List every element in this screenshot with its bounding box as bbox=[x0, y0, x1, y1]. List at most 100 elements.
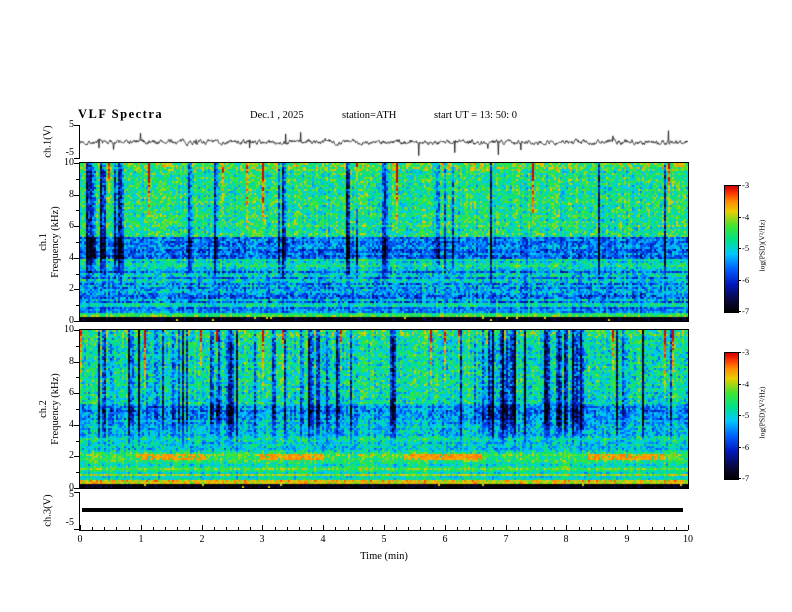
ch1-spec-ytick-mark bbox=[76, 274, 79, 275]
time-axis-tick-mark bbox=[433, 527, 434, 530]
time-axis-tick-mark bbox=[360, 527, 361, 530]
ch1-spectrogram-plot bbox=[80, 163, 688, 321]
ch2-spectrogram-plot bbox=[80, 330, 688, 488]
time-axis-tick-label: 5 bbox=[381, 534, 387, 545]
ch1-spec-ytick-mark bbox=[76, 210, 79, 211]
time-axis-tick-mark bbox=[299, 527, 300, 530]
ch1-spec-ytick-label: 2 bbox=[69, 283, 74, 294]
ch1-colorbar-tick-label: -7 bbox=[742, 306, 750, 316]
ch1-spec-ytick-mark bbox=[74, 163, 79, 164]
ch3-ytick-mark bbox=[74, 492, 79, 493]
ch1-ytick-mark bbox=[74, 158, 79, 159]
time-axis-tick-mark bbox=[348, 527, 349, 530]
time-axis-tick-mark bbox=[481, 527, 482, 530]
time-axis-tick-mark bbox=[202, 525, 203, 530]
time-axis-tick-mark bbox=[542, 527, 543, 530]
ch2-spec-ytick-mark bbox=[76, 409, 79, 410]
ch1-spec-ytick-label: 4 bbox=[69, 252, 74, 263]
ch1-colorbar-tick-mark bbox=[738, 311, 741, 312]
ch2-spec-ytick-label: 2 bbox=[69, 450, 74, 461]
time-axis-tick-mark bbox=[311, 527, 312, 530]
ch2-spec-ytick-mark bbox=[74, 488, 79, 489]
ch2-spec-ytick-label: 10 bbox=[64, 324, 74, 335]
time-axis-tick-mark bbox=[250, 527, 251, 530]
ch2-spec-ytick-mark bbox=[76, 346, 79, 347]
time-axis-tick-mark bbox=[639, 527, 640, 530]
time-axis-tick-mark bbox=[116, 527, 117, 530]
time-axis-tick-mark bbox=[153, 527, 154, 530]
time-axis-tick-label: 1 bbox=[138, 534, 144, 545]
colorbar-ch2 bbox=[724, 352, 739, 480]
ch2-spec-ytick-mark bbox=[76, 377, 79, 378]
ch2-spec-ytick-mark bbox=[76, 472, 79, 473]
time-axis-tick-label: 6 bbox=[442, 534, 448, 545]
time-axis-tick-label: 7 bbox=[503, 534, 509, 545]
ch2-colorbar-tick-mark bbox=[738, 447, 741, 448]
ch2-spec-ytick-mark bbox=[74, 456, 79, 457]
time-axis-tick-mark bbox=[189, 527, 190, 530]
ch1-spec-ytick-mark bbox=[74, 289, 79, 290]
ch1-spec-ytick-mark bbox=[76, 242, 79, 243]
ch1-frequency-text: Frequency (kHz) bbox=[49, 206, 61, 278]
ch1-waveform-plot bbox=[80, 125, 688, 159]
time-axis-tick-mark bbox=[408, 527, 409, 530]
time-axis-tick-mark bbox=[469, 527, 470, 530]
time-axis-tick-mark bbox=[518, 527, 519, 530]
ch2-frequency-axis-label: ch.2 Frequency (kHz) bbox=[38, 329, 62, 489]
ch2-colorbar-tick-mark bbox=[738, 352, 741, 353]
time-axis-tick-mark bbox=[214, 527, 215, 530]
ch1-channel-text: ch.1 bbox=[38, 233, 49, 251]
ch2-colorbar-tick-label: -4 bbox=[742, 379, 750, 389]
ch1-colorbar-tick-label: -4 bbox=[742, 212, 750, 222]
time-axis-tick-mark bbox=[627, 525, 628, 530]
time-axis-tick-mark bbox=[372, 527, 373, 530]
time-axis-tick-mark bbox=[664, 527, 665, 530]
time-axis-tick-mark bbox=[287, 527, 288, 530]
time-axis-tick-mark bbox=[177, 527, 178, 530]
ch1-spec-ytick-mark bbox=[74, 226, 79, 227]
ch1-spec-ytick-label: 6 bbox=[69, 220, 74, 231]
figure-title: VLF Spectra bbox=[78, 107, 164, 121]
ch2-spec-ytick-label: 0 bbox=[69, 482, 74, 493]
ch2-spec-ytick-mark bbox=[74, 393, 79, 394]
time-axis-tick-mark bbox=[493, 527, 494, 530]
time-axis-tick-label: 0 bbox=[77, 534, 83, 545]
ch1-ytick-mark bbox=[74, 125, 79, 126]
colorbar-ch2-label: log(PSD)(V²/Hz) bbox=[757, 386, 767, 439]
time-axis-tick-mark bbox=[615, 527, 616, 530]
ch2-channel-text: ch.2 bbox=[38, 400, 49, 418]
ch1-spectrogram-panel bbox=[79, 162, 689, 322]
ch2-spec-ytick-mark bbox=[76, 441, 79, 442]
time-axis-tick-mark bbox=[652, 527, 653, 530]
time-axis-tick-mark bbox=[506, 525, 507, 530]
header-station: station=ATH bbox=[342, 110, 397, 121]
ch1-colorbar-tick-label: -5 bbox=[742, 243, 750, 253]
time-axis-tick-mark bbox=[566, 525, 567, 530]
time-axis-tick-mark bbox=[384, 525, 385, 530]
ch1-spec-ytick-label: 8 bbox=[69, 189, 74, 200]
time-axis-tick-mark bbox=[554, 527, 555, 530]
time-axis-tick-label: 10 bbox=[683, 534, 693, 545]
ch1-spec-ytick-mark bbox=[74, 258, 79, 259]
time-axis-tick-mark bbox=[238, 527, 239, 530]
time-axis-tick-mark bbox=[603, 527, 604, 530]
colorbar-ch1-label: log(PSD)(V²/Hz) bbox=[757, 219, 767, 272]
ch2-spec-ytick-mark bbox=[74, 362, 79, 363]
ch2-spec-ytick-label: 8 bbox=[69, 356, 74, 367]
time-axis-tick-mark bbox=[530, 527, 531, 530]
ch2-spec-ytick-label: 6 bbox=[69, 387, 74, 398]
ch3-flatline bbox=[82, 508, 683, 512]
ch1-colorbar-tick-mark bbox=[738, 217, 741, 218]
time-axis-tick-mark bbox=[457, 527, 458, 530]
ch1-waveform-panel bbox=[79, 125, 688, 159]
time-axis-tick-mark bbox=[275, 527, 276, 530]
ch1-spec-ytick-mark bbox=[76, 305, 79, 306]
time-axis-tick-mark bbox=[676, 527, 677, 530]
colorbar-ch1-gradient bbox=[725, 186, 738, 312]
time-axis-label: Time (min) bbox=[360, 551, 408, 562]
time-axis-tick-mark bbox=[262, 525, 263, 530]
time-axis-tick-mark bbox=[420, 527, 421, 530]
ch1-colorbar-tick-mark bbox=[738, 280, 741, 281]
time-axis-tick-mark bbox=[104, 527, 105, 530]
ch1-spec-ytick-mark bbox=[74, 195, 79, 196]
